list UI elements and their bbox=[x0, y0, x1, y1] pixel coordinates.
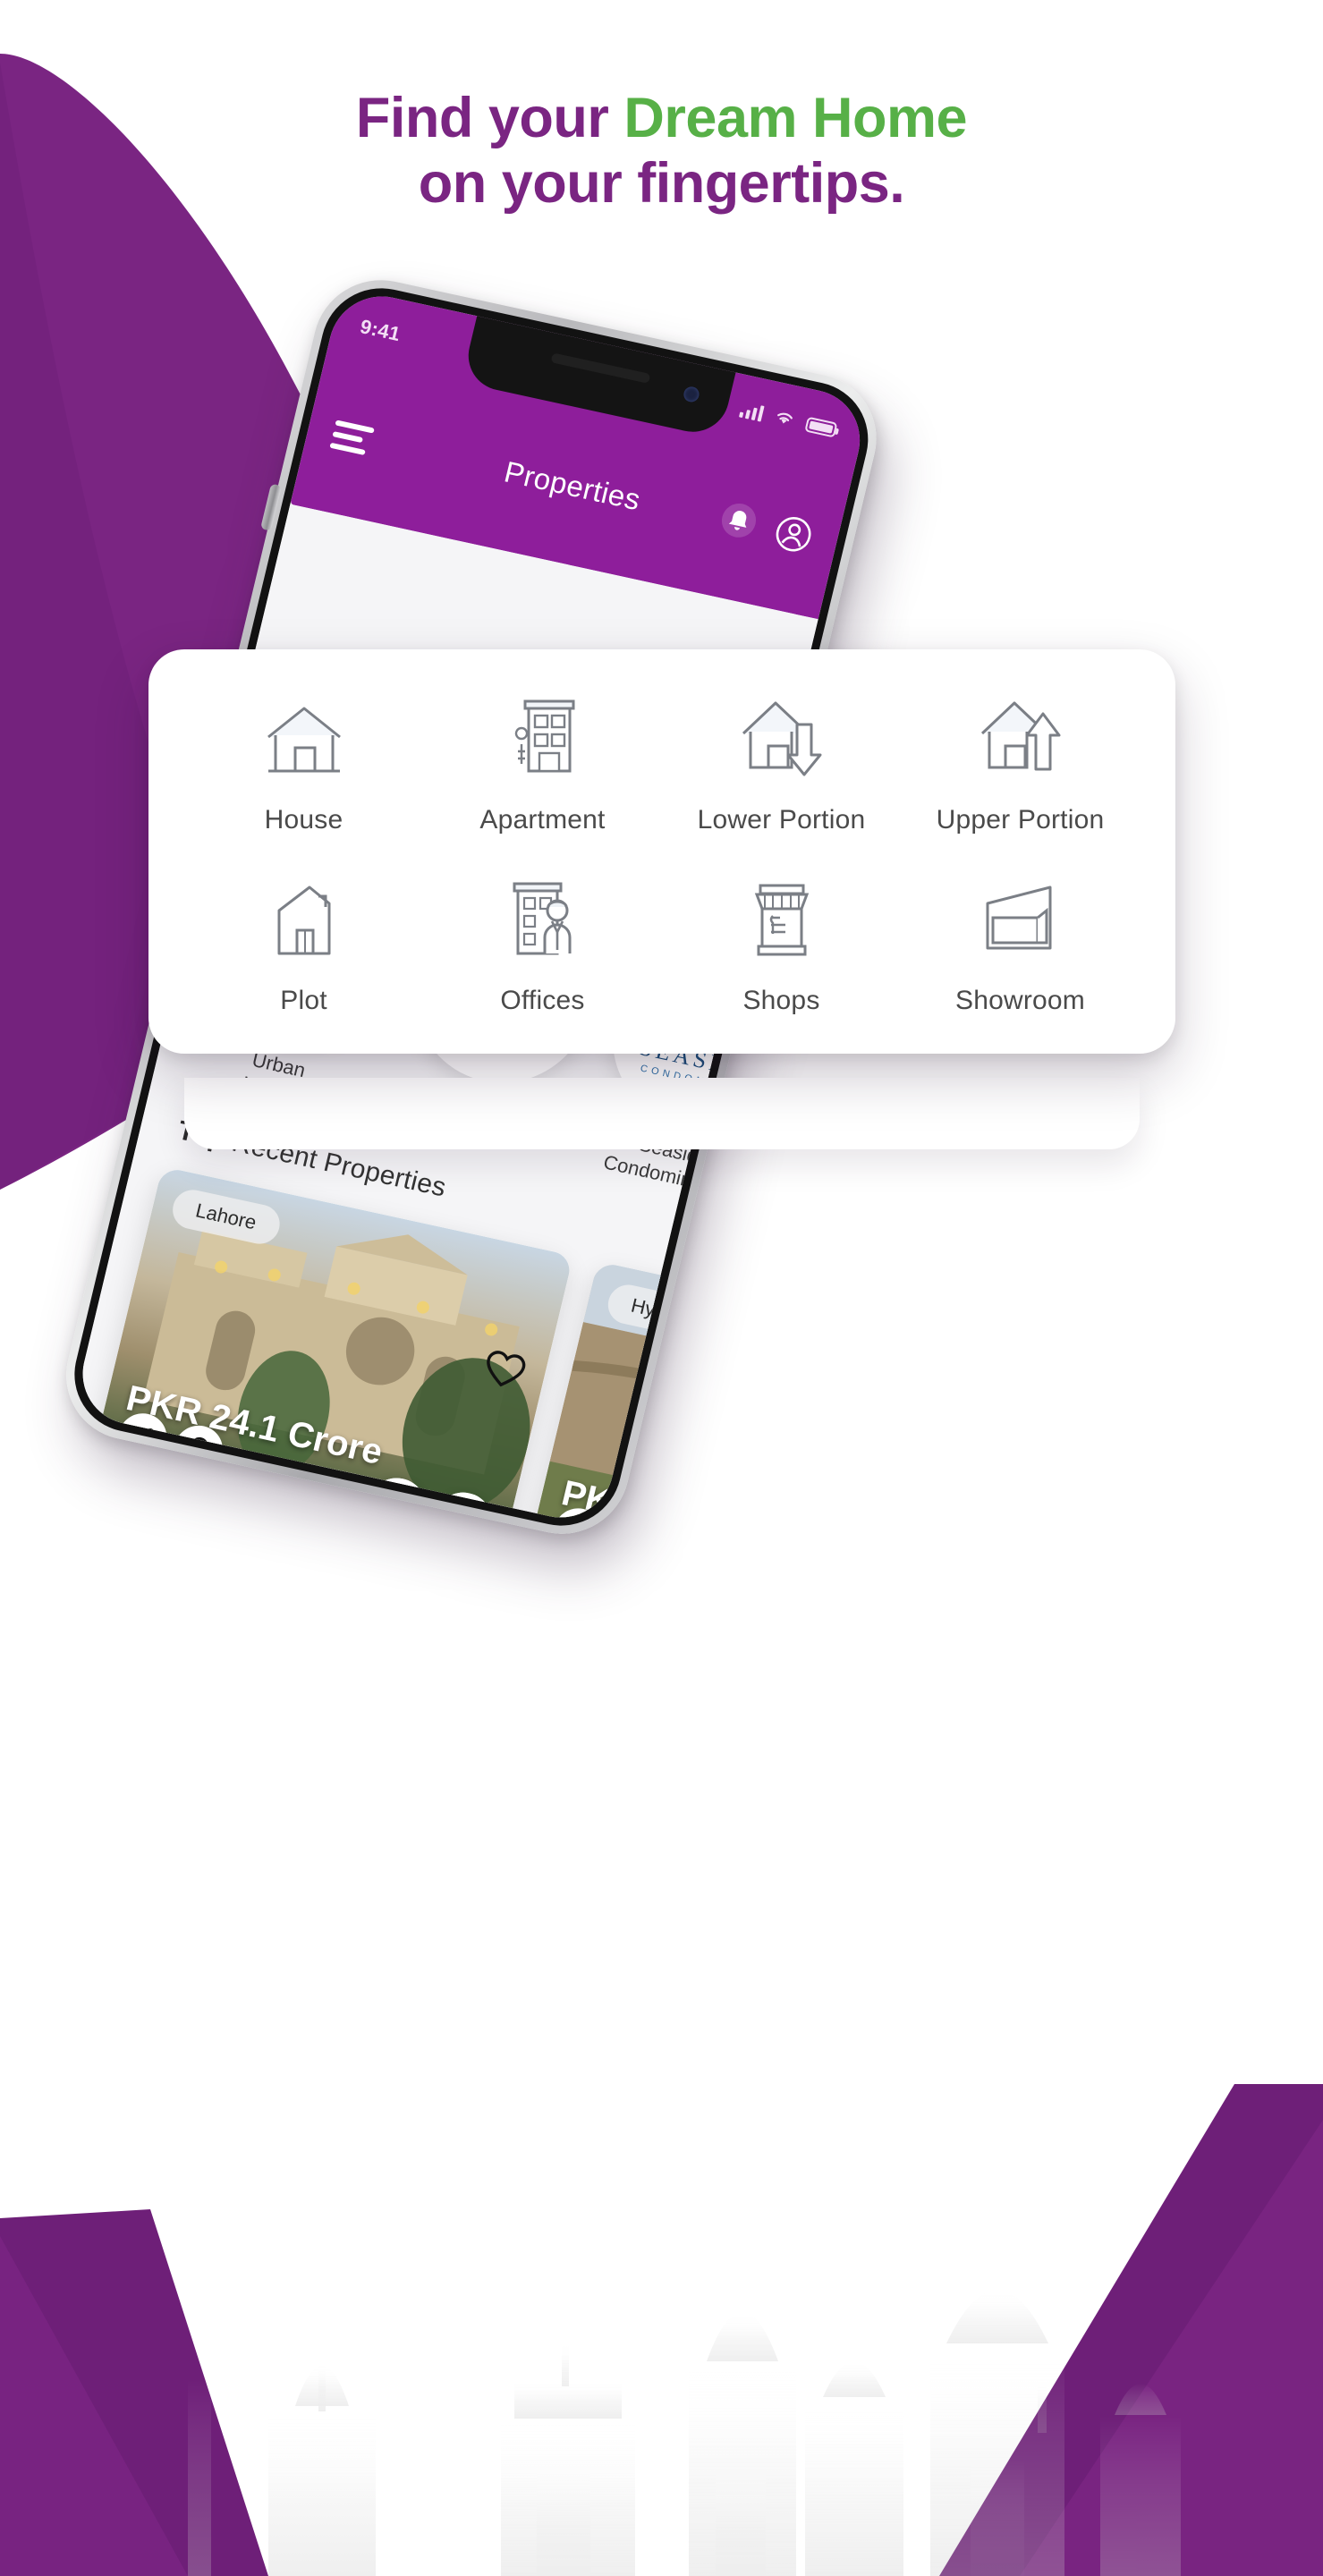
house-icon bbox=[184, 691, 423, 784]
category-plot[interactable]: Plot bbox=[184, 871, 423, 1016]
category-upper-portion[interactable]: Upper Portion bbox=[901, 691, 1140, 835]
category-label: Apartment bbox=[479, 805, 606, 835]
showroom-icon bbox=[901, 871, 1140, 964]
category-label: Plot bbox=[280, 986, 327, 1015]
property-categories-card: House Apartment Lower Portion Upper Port… bbox=[148, 649, 1175, 1054]
category-label: House bbox=[264, 805, 343, 835]
shop-awning-icon bbox=[662, 871, 901, 964]
apartment-building-icon bbox=[423, 691, 662, 784]
office-agent-icon bbox=[423, 871, 662, 964]
category-label: Shops bbox=[742, 986, 820, 1015]
category-offices[interactable]: Offices bbox=[423, 871, 662, 1016]
category-apartment[interactable]: Apartment bbox=[423, 691, 662, 835]
status-time: 9:41 bbox=[358, 315, 403, 346]
battery-icon bbox=[804, 416, 838, 437]
headline-line-2: on your fingertips. bbox=[418, 152, 905, 216]
category-label: Upper Portion bbox=[936, 805, 1105, 835]
category-house[interactable]: House bbox=[184, 691, 423, 835]
page-headline: Find your Dream Home on your fingertips. bbox=[0, 86, 1323, 216]
category-label: Lower Portion bbox=[697, 805, 866, 835]
wifi-icon bbox=[772, 406, 798, 430]
plot-land-icon bbox=[184, 871, 423, 964]
category-card-shadow-edge bbox=[184, 1078, 1140, 1149]
city-skyline-silhouette bbox=[188, 2290, 1181, 2576]
categories-row-1: House Apartment Lower Portion Upper Port… bbox=[184, 691, 1140, 835]
categories-row-2: Plot Offices Shops Showroom bbox=[184, 871, 1140, 1016]
house-arrow-down-icon bbox=[662, 691, 901, 784]
signal-bars-icon bbox=[738, 402, 765, 422]
category-label: Offices bbox=[500, 986, 585, 1015]
house-arrow-up-icon bbox=[901, 691, 1140, 784]
category-shops[interactable]: Shops bbox=[662, 871, 901, 1016]
category-lower-portion[interactable]: Lower Portion bbox=[662, 691, 901, 835]
headline-line-1: Find your Dream Home bbox=[0, 86, 1323, 151]
category-showroom[interactable]: Showroom bbox=[901, 871, 1140, 1016]
headline-part-find-your: Find your bbox=[355, 87, 624, 149]
headline-part-dream-home: Dream Home bbox=[623, 87, 968, 149]
category-label: Showroom bbox=[955, 986, 1085, 1015]
